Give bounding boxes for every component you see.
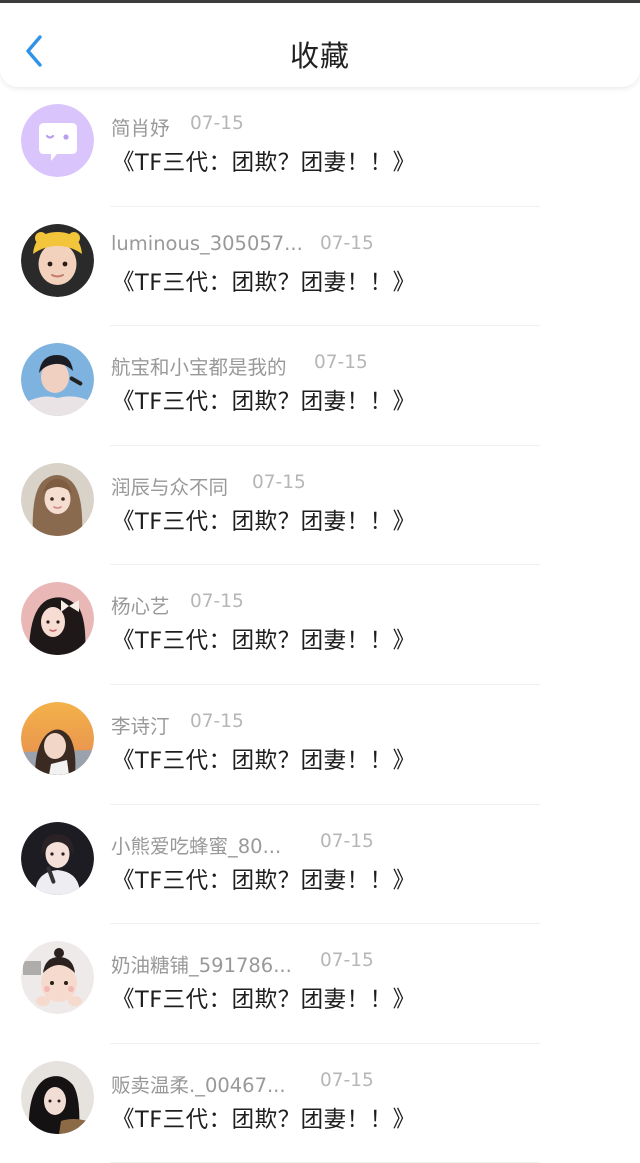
user-name: 航宝和小宝都是我的	[111, 356, 287, 380]
girl-with-mic-avatar-icon	[21, 821, 94, 895]
avatar[interactable]	[21, 223, 94, 297]
baby-avatar-icon	[21, 941, 94, 1015]
user-name: 奶油糖铺_591786...	[111, 954, 292, 978]
girl-hair-bow-avatar-icon	[21, 582, 94, 656]
timestamp: 07-15	[190, 591, 244, 613]
favorites-list: 简肖妤 07-15 《TF三代：团欺？团妻！！》 luminous_305057…	[0, 87, 640, 1163]
timestamp: 07-15	[190, 113, 244, 134]
avatar[interactable]	[21, 343, 94, 417]
child-yellow-hat-avatar-icon	[21, 223, 94, 297]
girl-long-hair-avatar-icon	[21, 462, 94, 536]
avatar[interactable]	[21, 941, 94, 1015]
timestamp: 07-15	[320, 232, 374, 254]
timestamp: 07-15	[320, 830, 374, 852]
user-name: 小熊爱吃蜂蜜_80...	[111, 834, 282, 858]
list-item[interactable]: 贩卖温柔._00467... 07-15 《TF三代：团欺？团妻！！》	[0, 1044, 640, 1163]
user-name: luminous_305057...	[111, 231, 303, 255]
list-item[interactable]: 航宝和小宝都是我的 07-15 《TF三代：团欺？团妻！！》	[0, 326, 640, 446]
item-title: 《TF三代：团欺？团妻！！》	[112, 269, 416, 296]
girl-dark-avatar-icon	[21, 1060, 94, 1134]
list-item[interactable]: 润辰与众不同 07-15 《TF三代：团欺？团妻！！》	[0, 446, 640, 566]
avatar[interactable]	[21, 462, 94, 536]
item-title: 《TF三代：团欺？团妻！！》	[112, 628, 416, 655]
avatar[interactable]	[21, 582, 94, 656]
user-name: 贩卖温柔._00467...	[111, 1073, 286, 1097]
girl-sunset-avatar-icon	[21, 701, 94, 775]
item-title: 《TF三代：团欺？团妻！！》	[112, 747, 416, 774]
timestamp: 07-15	[252, 471, 306, 493]
timestamp: 07-15	[190, 710, 244, 732]
timestamp: 07-15	[320, 950, 374, 972]
item-title: 《TF三代：团欺？团妻！！》	[112, 987, 416, 1014]
item-title: 《TF三代：团欺？团妻！！》	[112, 1106, 416, 1133]
avatar[interactable]	[21, 821, 94, 895]
timestamp: 07-15	[320, 1069, 374, 1091]
user-name: 杨心艺	[111, 595, 170, 619]
list-item[interactable]: 简肖妤 07-15 《TF三代：团欺？团妻！！》	[0, 87, 640, 207]
user-name: 李诗汀	[111, 714, 170, 738]
page-title: 收藏	[289, 39, 350, 73]
item-title: 《TF三代：团欺？团妻！！》	[112, 389, 416, 416]
list-item[interactable]: 杨心艺 07-15 《TF三代：团欺？团妻！！》	[0, 565, 640, 685]
list-item[interactable]: 李诗汀 07-15 《TF三代：团欺？团妻！！》	[0, 685, 640, 805]
user-name: 润辰与众不同	[111, 475, 229, 499]
list-item[interactable]: 小熊爱吃蜂蜜_80... 07-15 《TF三代：团欺？团妻！！》	[0, 805, 640, 925]
avatar[interactable]	[21, 104, 94, 177]
item-title: 《TF三代：团欺？团妻！！》	[112, 867, 416, 894]
header-bar: 收藏	[0, 3, 640, 87]
list-item[interactable]: 奶油糖铺_591786... 07-15 《TF三代：团欺？团妻！！》	[0, 924, 640, 1044]
item-title: 《TF三代：团欺？团妻！！》	[112, 508, 416, 535]
list-item[interactable]: luminous_305057... 07-15 《TF三代：团欺？团妻！！》	[0, 207, 640, 327]
item-title: 《TF三代：团欺？团妻！！》	[112, 150, 416, 176]
timestamp: 07-15	[314, 352, 368, 374]
user-name: 简肖妤	[111, 117, 170, 140]
avatar[interactable]	[21, 1060, 94, 1134]
chat-bubble-avatar-icon	[21, 104, 94, 177]
singer-with-mic-avatar-icon	[21, 343, 94, 417]
avatar[interactable]	[21, 701, 94, 775]
